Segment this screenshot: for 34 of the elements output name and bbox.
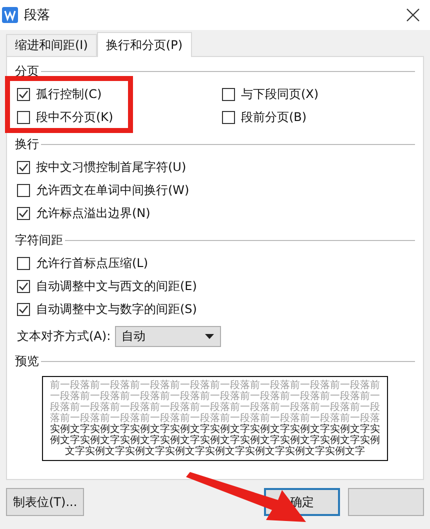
close-icon[interactable] [406,8,420,22]
preview-text: 前一段落前一段落前一段落前一段落前一段落前一段落前一段落前一段落前一段落前一段落前一段落前一段落前一段落前一段落前一段落前一段落前一段落前一段落前一段落前一段落前一段落前一段落前一段落前一段落前一段落前一段落前一段落前一段落前一段落前一段落前一段落前一段落前一段落 [49,380,381,424]
window-title: 段落 [24,7,50,24]
caret-icon [204,334,214,339]
field-label: 文本对齐方式(A): [17,328,111,345]
checkbox[interactable] [17,207,30,220]
section-title: 分页 [15,63,39,80]
checkbox[interactable] [17,280,30,293]
checkbox[interactable] [222,88,235,101]
dialog-button[interactable]: 制表位(T)... [6,488,84,516]
checkbox[interactable] [222,111,235,124]
checkbox-label[interactable]: 允许行首标点压缩(L) [36,255,148,272]
tab[interactable]: 换行和分页(P) [96,32,192,57]
checkbox-label[interactable]: 允许西文在单词中间换行(W) [36,182,190,199]
section-title: 预览 [15,353,39,370]
section-title: 字符间距 [15,232,63,249]
checkbox[interactable] [17,257,30,270]
tab[interactable]: 缩进和间距(I) [6,34,97,56]
alignment-dropdown[interactable]: 自动 [114,326,221,347]
section-title: 换行 [15,136,39,153]
checkbox[interactable] [17,111,30,124]
checkbox[interactable] [17,303,30,316]
checkbox-label[interactable]: 自动调整中文与数字的间距(S) [36,301,197,318]
checkbox-label[interactable]: 按中文习惯控制首尾字符(U) [36,159,186,176]
checkbox-label[interactable]: 自动调整中文与西文的间距(E) [36,278,197,295]
checkbox-label[interactable]: 孤行控制(C) [36,86,102,103]
checkbox-label[interactable]: 段前分页(B) [241,109,307,126]
preview-text: 实例文字实例文字实例文字实例文字实例文字实例文字实例文字实例文字实例文字实例文字实例文字实例文字实例文字实例文字实例文字实例文字实例文字实例文字实例文字实例文字实例文字实例文字实例文字实例文字 [49,424,381,457]
checkbox-label[interactable]: 允许标点溢出边界(N) [36,205,150,222]
checkbox[interactable] [17,88,30,101]
checkbox-label[interactable]: 与下段同页(X) [241,86,319,103]
checkbox[interactable] [17,184,30,197]
checkbox-label[interactable]: 段中不分页(K) [36,109,114,126]
checkbox[interactable] [17,161,30,174]
